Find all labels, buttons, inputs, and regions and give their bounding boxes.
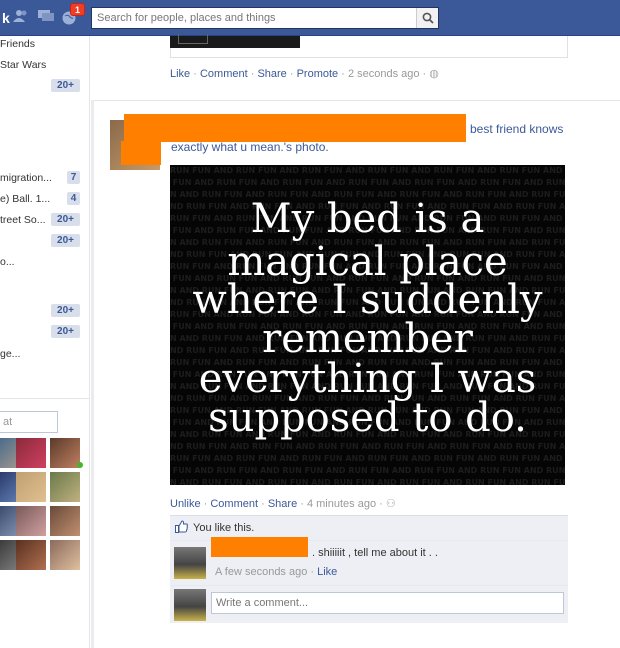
post-actions: Unlike · Comment · Share · 4 minutes ago… xyxy=(170,498,396,510)
timestamp[interactable]: 4 minutes ago xyxy=(307,498,376,510)
messages-icon[interactable] xyxy=(38,9,54,27)
sidebar-item-star-wars[interactable]: Star Wars xyxy=(0,57,46,73)
avatar[interactable] xyxy=(16,438,46,468)
commenter-avatar[interactable] xyxy=(174,547,206,579)
avatar[interactable] xyxy=(16,506,46,536)
previous-post-video-thumbnail[interactable] xyxy=(170,34,300,48)
photo-caption-line-3: where I suddenly xyxy=(192,277,543,323)
search-button[interactable] xyxy=(416,8,438,28)
friend-requests-icon[interactable] xyxy=(13,9,29,27)
photo-caption-line-6: supposed to do. xyxy=(208,395,527,441)
top-bar: k 1 xyxy=(0,0,620,36)
timestamp[interactable]: 2 seconds ago xyxy=(348,68,420,80)
unlike-link[interactable]: Unlike xyxy=(170,498,201,510)
sidebar-count-badge: 20+ xyxy=(51,79,80,92)
sidebar-item-friends[interactable]: Friends xyxy=(0,36,35,52)
photo-caption-line-1: My bed is a xyxy=(250,196,485,242)
redacted-author-name xyxy=(124,114,466,142)
search-box xyxy=(91,7,439,29)
write-comment-input[interactable]: Write a comment... xyxy=(211,592,564,614)
promote-link[interactable]: Promote xyxy=(297,68,339,80)
comments-section: You like this. . shiiiiit , tell me abou… xyxy=(170,515,568,623)
share-link[interactable]: Share xyxy=(257,68,286,80)
online-indicator xyxy=(77,462,83,468)
sidebar-count-badge: 20+ xyxy=(51,234,80,247)
sidebar-count-badge: 20+ xyxy=(51,325,80,338)
sidebar-item-group-4[interactable]: o... xyxy=(0,254,15,270)
friends-audience-icon[interactable]: ⚇ xyxy=(386,498,396,510)
post-photo[interactable]: RUN FUN AND RUN FUN AND RUN FUN AND RUN … xyxy=(170,165,565,485)
sidebar-count-badge: 20+ xyxy=(51,213,80,226)
avatar[interactable] xyxy=(50,506,80,536)
photo-caption-line-2: magical place xyxy=(227,239,508,285)
chat-search-input[interactable]: at xyxy=(0,411,58,433)
left-sidebar: Friends Star Wars 20+ migration... 7 e) … xyxy=(0,36,90,648)
avatar[interactable] xyxy=(16,472,46,502)
facebook-logo-icon[interactable]: k xyxy=(2,9,10,27)
avatar[interactable] xyxy=(50,540,80,570)
search-icon xyxy=(422,12,434,24)
sidebar-item-group-2[interactable]: e) Ball. 1... xyxy=(0,191,50,207)
notification-count-badge[interactable]: 1 xyxy=(70,3,86,16)
post-header-subtitle[interactable]: exactly what u mean.'s photo. xyxy=(171,140,329,154)
sidebar-divider xyxy=(0,398,90,399)
avatar[interactable] xyxy=(50,438,80,468)
post-divider xyxy=(91,100,620,101)
news-feed: Like · Comment · Share · Promote · 2 sec… xyxy=(91,34,620,648)
avatar[interactable] xyxy=(50,472,80,502)
likes-text[interactable]: You like this. xyxy=(193,522,254,534)
previous-post-actions: Like · Comment · Share · Promote · 2 sec… xyxy=(170,68,439,80)
share-link[interactable]: Share xyxy=(268,498,297,510)
sidebar-count-badge: 20+ xyxy=(51,304,80,317)
write-comment-row: Write a comment... xyxy=(170,585,568,623)
sidebar-item-group-1[interactable]: migration... xyxy=(0,170,52,186)
post-highlight-border xyxy=(91,100,94,648)
comment-text: . shiiiiit , tell me about it . . xyxy=(312,547,438,559)
comment-like-link[interactable]: Like xyxy=(317,566,337,578)
avatar[interactable] xyxy=(16,540,46,570)
comment-item: . shiiiiit , tell me about it . . A few … xyxy=(170,537,568,584)
sidebar-item-group-5[interactable]: ge... xyxy=(0,346,20,362)
post-header-link[interactable]: best friend knows xyxy=(470,122,563,136)
current-user-avatar xyxy=(174,589,206,621)
comment-link[interactable]: Comment xyxy=(200,68,248,80)
comment-timestamp: A few seconds ago · Like xyxy=(215,566,338,578)
like-link[interactable]: Like xyxy=(170,68,190,80)
likes-row: You like this. xyxy=(170,515,568,539)
comment-link[interactable]: Comment xyxy=(210,498,258,510)
thumbs-up-icon xyxy=(175,520,188,536)
privacy-globe-icon[interactable]: ◍ xyxy=(429,68,439,80)
photo-caption-line-4: remember xyxy=(262,316,473,362)
sidebar-item-group-3[interactable]: treet So... xyxy=(0,212,46,228)
sidebar-count-badge: 4 xyxy=(67,192,80,205)
photo-caption-line-5: everything I was xyxy=(198,356,537,402)
sidebar-count-badge: 7 xyxy=(67,171,80,184)
redacted-commenter-name xyxy=(211,537,308,557)
play-icon xyxy=(178,34,208,44)
comment-time[interactable]: A few seconds ago xyxy=(215,566,307,578)
search-input[interactable] xyxy=(92,8,414,28)
redacted-avatar-overlay xyxy=(121,141,161,165)
